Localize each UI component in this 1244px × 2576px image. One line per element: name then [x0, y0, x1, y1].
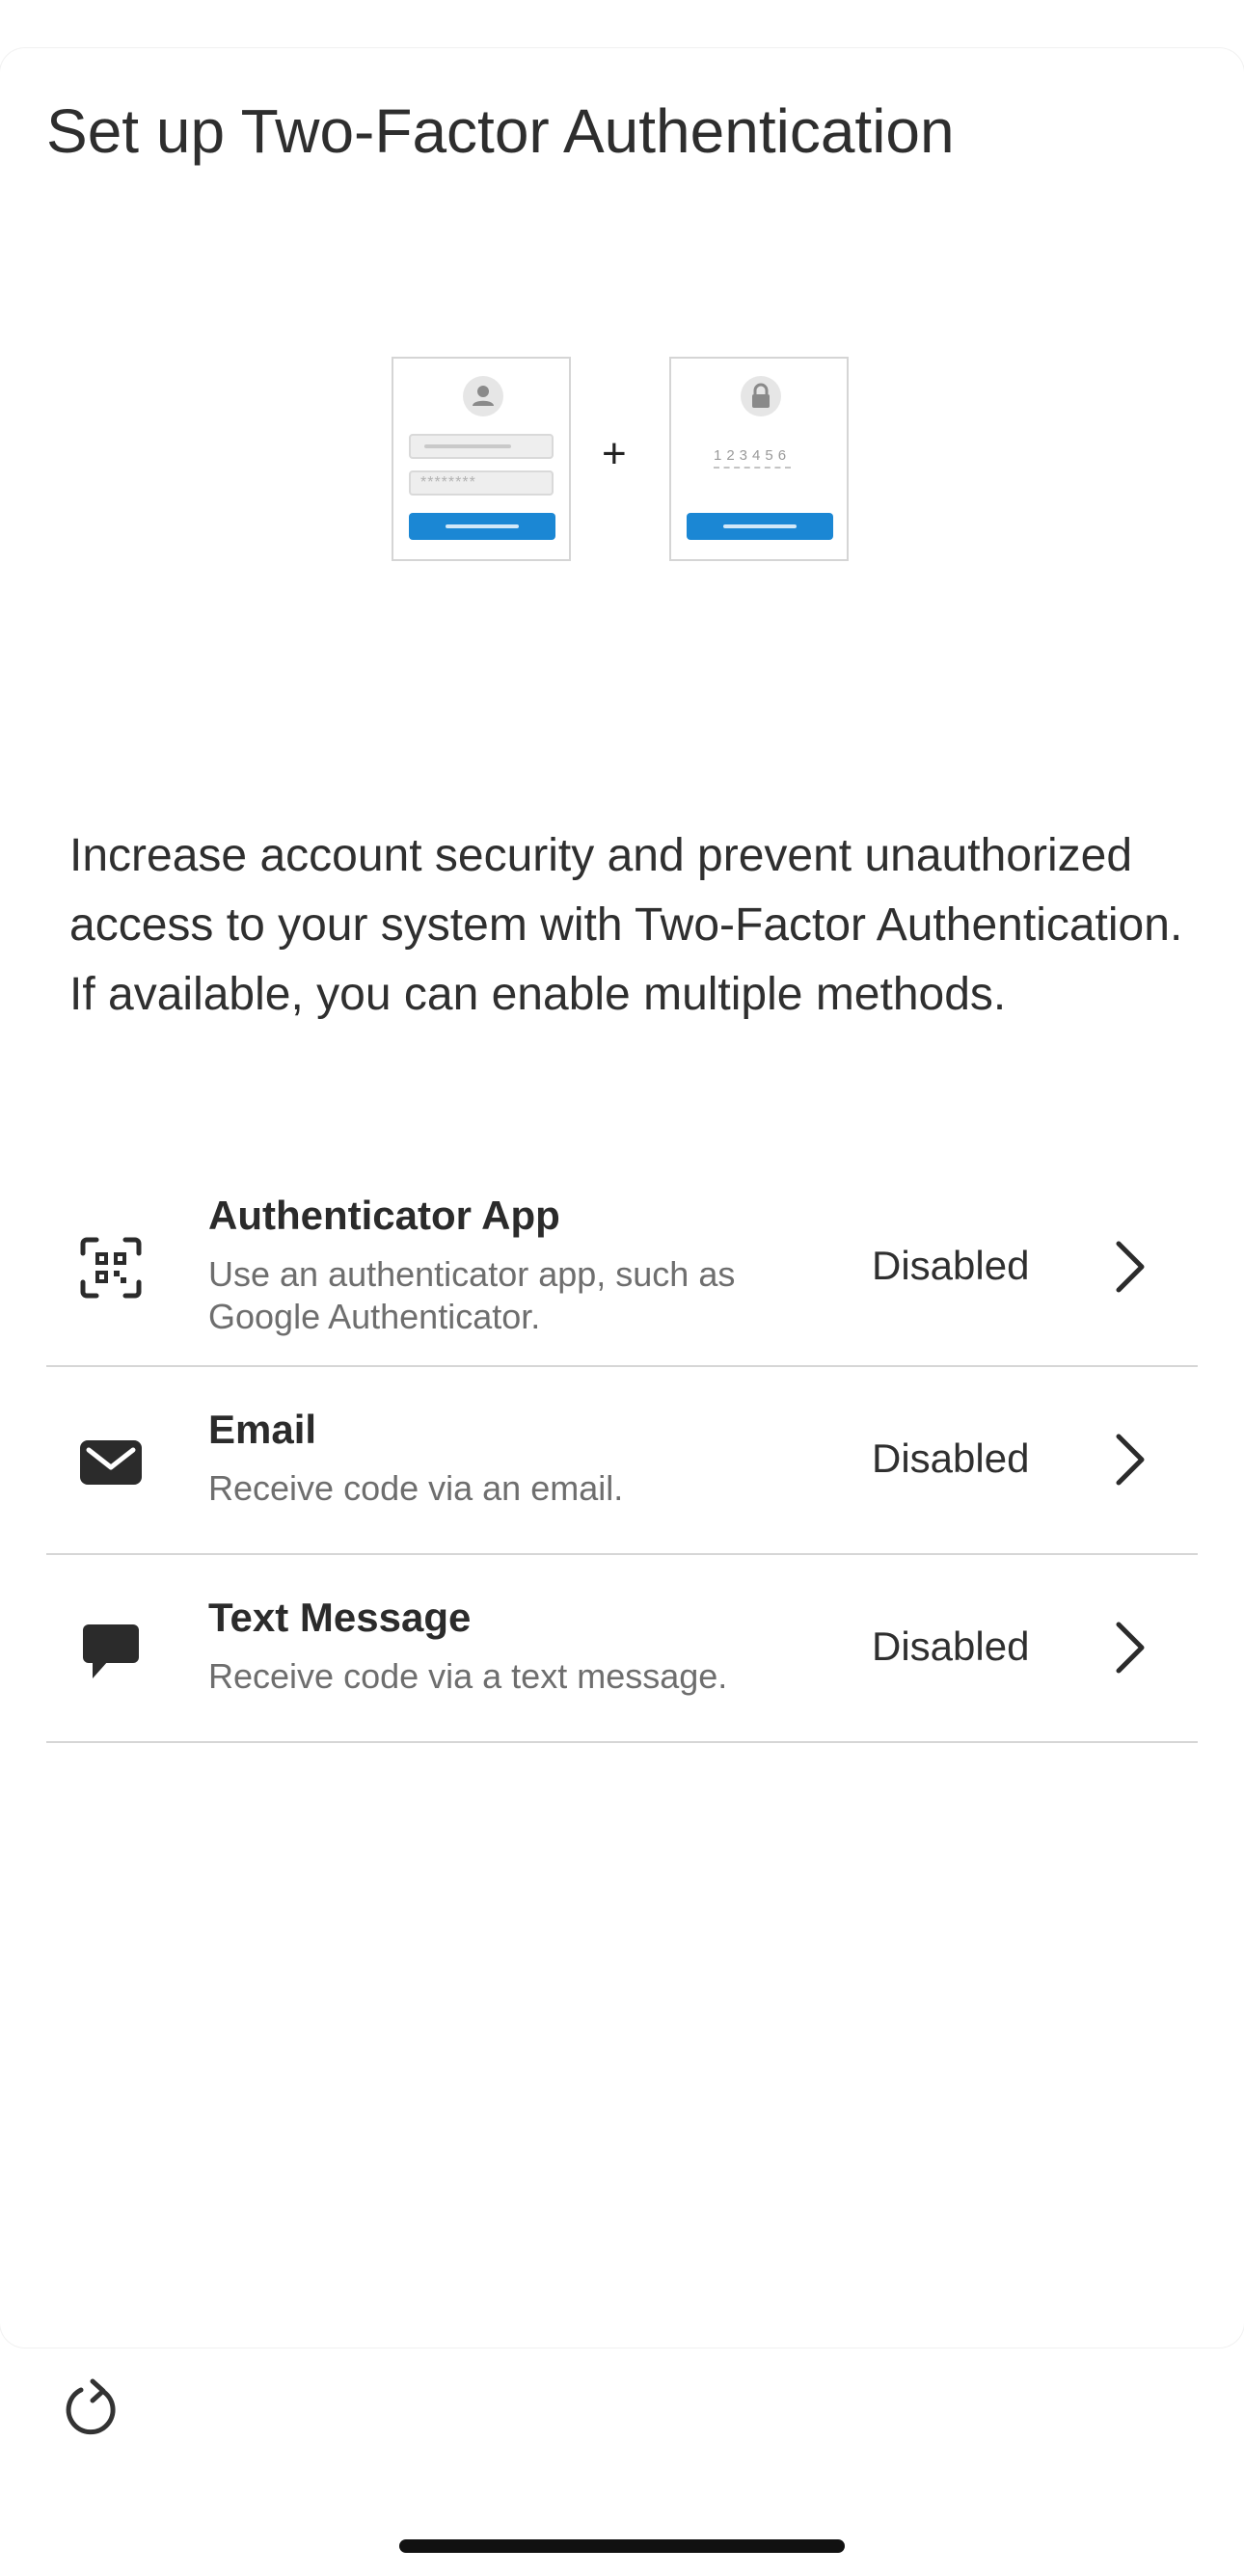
- method-description: Use an authenticator app, such as Google…: [208, 1254, 736, 1336]
- chat-bubble-icon: [79, 1619, 143, 1682]
- home-indicator[interactable]: [399, 2539, 845, 2553]
- method-text-message[interactable]: Text Message Receive code via a text mes…: [46, 1555, 1198, 1743]
- refresh-icon: [66, 2378, 116, 2435]
- envelope-icon: [79, 1431, 143, 1494]
- verification-code-illustration: 123456: [714, 447, 792, 469]
- code-card-illustration: 123456: [669, 357, 849, 561]
- refresh-button[interactable]: [60, 2377, 123, 2441]
- user-avatar-icon: [463, 376, 503, 416]
- method-title: Authenticator App: [208, 1193, 560, 1238]
- chevron-right-icon: [1111, 1238, 1149, 1296]
- page-description: Increase account security and prevent un…: [69, 830, 1183, 1020]
- login-button-illustration: [409, 513, 555, 540]
- status-label: Disabled: [872, 1243, 1030, 1288]
- verify-button-illustration: [687, 513, 833, 540]
- lock-icon: [741, 376, 781, 416]
- method-authenticator-app[interactable]: Authenticator App Use an authenticator a…: [46, 1176, 1198, 1367]
- chevron-right-icon: [1111, 1431, 1149, 1489]
- two-factor-methods-list: Authenticator App Use an authenticator a…: [46, 1176, 1198, 1743]
- method-description: Receive code via a text message.: [208, 1656, 728, 1696]
- method-title: Text Message: [208, 1595, 472, 1640]
- password-field-illustration: ********: [409, 470, 554, 496]
- two-factor-illustration: ******** + 123456: [392, 357, 852, 563]
- status-label: Disabled: [872, 1436, 1030, 1481]
- plus-sign: +: [602, 430, 627, 477]
- password-mask: ********: [420, 474, 476, 491]
- method-title: Email: [208, 1407, 317, 1452]
- chevron-right-icon: [1111, 1619, 1149, 1677]
- qr-scan-icon: [79, 1236, 143, 1300]
- status-label: Disabled: [872, 1623, 1030, 1669]
- username-field-illustration: [409, 434, 554, 459]
- login-card-illustration: ********: [392, 357, 571, 561]
- method-description: Receive code via an email.: [208, 1468, 624, 1508]
- method-email[interactable]: Email Receive code via an email. Disable…: [46, 1367, 1198, 1555]
- page-title: Set up Two-Factor Authentication: [46, 96, 955, 166]
